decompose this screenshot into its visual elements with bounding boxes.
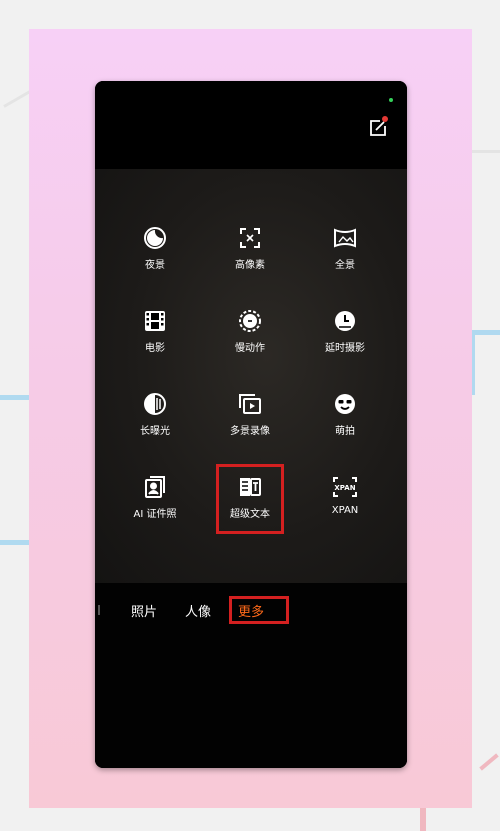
mode-night[interactable]: 夜景 xyxy=(115,226,195,296)
mode-slow-motion[interactable]: 慢动作 xyxy=(210,309,290,379)
scroll-tick xyxy=(98,605,100,615)
panorama-icon xyxy=(333,226,357,250)
ai-id-photo-icon xyxy=(143,475,167,499)
slow-motion-icon xyxy=(238,309,262,333)
mode-label: 全景 xyxy=(335,260,355,271)
mode-label: XPAN xyxy=(331,505,359,516)
super-text-highlight-box xyxy=(216,464,284,534)
notification-dot xyxy=(382,116,388,122)
tab-portrait[interactable]: 人像 xyxy=(185,601,211,620)
multi-scene-video-icon xyxy=(238,392,262,416)
mode-long-exposure[interactable]: 长曝光 xyxy=(115,392,195,462)
mode-xpan[interactable]: XPAN XPAN xyxy=(305,475,385,545)
bg-decoration xyxy=(420,808,426,831)
mode-label: 延时摄影 xyxy=(325,343,365,354)
more-tab-highlight-box xyxy=(229,596,289,624)
mode-label: 慢动作 xyxy=(235,343,265,354)
mode-label: 电影 xyxy=(145,343,165,354)
mode-high-pixel[interactable]: 高像素 xyxy=(210,226,290,296)
xpan-icon: XPAN xyxy=(333,475,357,499)
mode-panorama[interactable]: 全景 xyxy=(305,226,385,296)
mode-label: 多景录像 xyxy=(230,426,270,437)
cute-face-icon xyxy=(333,392,357,416)
mode-label: 高像素 xyxy=(235,260,265,271)
movie-icon xyxy=(143,309,167,333)
mode-ai-id-photo[interactable]: AI 证件照 xyxy=(115,475,195,545)
mode-label: 萌拍 xyxy=(335,426,355,437)
mode-multi-scene-video[interactable]: 多景录像 xyxy=(210,392,290,462)
long-exposure-icon xyxy=(143,392,167,416)
mode-label: 长曝光 xyxy=(140,426,170,437)
mode-movie[interactable]: 电影 xyxy=(115,309,195,379)
status-dot xyxy=(389,98,393,102)
mode-cute[interactable]: 萌拍 xyxy=(305,392,385,462)
night-mode-icon xyxy=(143,226,167,250)
bg-decoration xyxy=(479,753,499,771)
high-pixel-icon xyxy=(238,226,262,250)
mode-label: AI 证件照 xyxy=(133,509,177,520)
xpan-icon-text: XPAN xyxy=(334,484,355,492)
top-bar xyxy=(95,81,407,169)
mode-label: 夜景 xyxy=(145,260,165,271)
bg-decoration xyxy=(470,330,500,395)
timelapse-icon xyxy=(333,309,357,333)
edit-modes-button[interactable] xyxy=(367,116,389,139)
mode-timelapse[interactable]: 延时摄影 xyxy=(305,309,385,379)
camera-screen: 夜景 高像素 全景 电影 慢动作 延时摄影 长曝光 多景录像 萌拍 AI 证件照… xyxy=(95,81,407,768)
tab-photo[interactable]: 照片 xyxy=(131,601,157,620)
